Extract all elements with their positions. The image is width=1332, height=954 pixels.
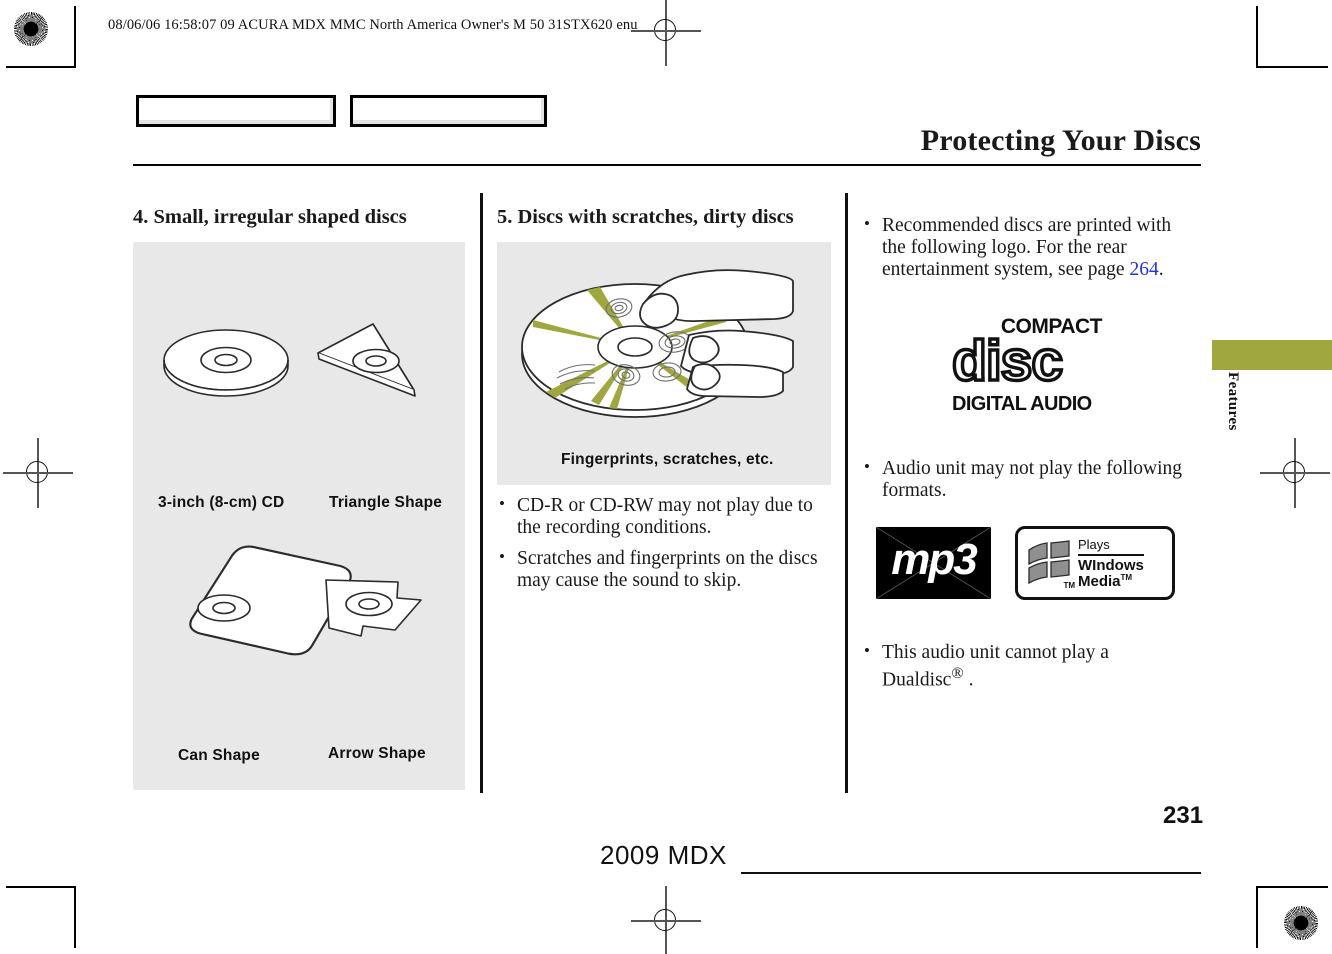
registration-burst-bottom-right — [1284, 906, 1318, 940]
caption-arrow-shape: Arrow Shape — [328, 744, 426, 762]
tab-box-right[interactable] — [350, 95, 547, 127]
footer-page-number: 231 — [1163, 802, 1204, 829]
bullet-audio-unit-formats: Audio unit may not play the following fo… — [862, 457, 1192, 502]
middle-column-bullet-list: CD-R or CD-RW may not play due to the re… — [497, 494, 834, 593]
bullet-scratches-skip: Scratches and fingerprints on the discs … — [497, 547, 834, 592]
right-column-bullet-list-3: This audio unit cannot play a Dualdisc® … — [862, 641, 1192, 692]
registration-crosshair-top-center — [631, 0, 701, 66]
bullet-cd-r-rw: CD-R or CD-RW may not play due to the re… — [497, 494, 834, 539]
bullet-recommended-period: . — [1158, 259, 1164, 281]
bullet-dualdisc-text: This audio unit cannot play a Dualdisc — [882, 642, 1109, 691]
footer-divider — [741, 872, 1201, 874]
wm-plays-text: Plays — [1078, 536, 1110, 552]
figure-dirty-disc-hand: Fingerprints, scratches, etc. — [497, 241, 831, 485]
registration-crosshair-right — [1260, 438, 1330, 508]
side-tab-label-features: Features — [1225, 372, 1241, 431]
column-right: Recommended discs are printed with the f… — [862, 205, 1192, 699]
tab-box-left[interactable] — [136, 95, 336, 127]
page-reference-link[interactable]: 264 — [1129, 259, 1158, 280]
column-middle: 5. Discs with scratches, dirty discs Fin… — [497, 205, 834, 601]
crop-rule-bottom-right-horizontal — [1258, 886, 1328, 888]
caption-triangle-shape: Triangle Shape — [329, 493, 443, 511]
crop-rule-top-right-vertical — [1256, 6, 1258, 68]
crop-rule-bottom-right-vertical — [1256, 886, 1258, 948]
footer-model-name: 2009 MDX — [600, 840, 727, 870]
mp3-logo: mp3 — [876, 527, 991, 600]
bullet-dualdisc-period: . — [963, 669, 974, 691]
wm-divider — [1078, 554, 1144, 557]
wm-media-tm: TM — [1120, 573, 1133, 583]
crop-rule-top-left-vertical — [74, 6, 76, 68]
title-divider — [133, 164, 1201, 166]
windows-flag-icon: TM — [1026, 540, 1075, 590]
dualdisc-registered-mark: ® — [951, 664, 964, 683]
caption-can-shape: Can Shape — [178, 746, 260, 764]
wm-windows-text: WIndows — [1078, 557, 1144, 575]
column-left: 4. Small, irregular shaped discs 3-inch … — [133, 205, 468, 790]
registration-crosshair-left — [3, 438, 73, 508]
column-divider-2 — [845, 193, 848, 793]
windows-media-logo-text: Plays WIndows MediaTM — [1078, 536, 1144, 591]
plays-windows-media-logo: TM Plays WIndows MediaTM — [1015, 526, 1175, 601]
wm-media-text: MediaTM — [1078, 573, 1144, 591]
registration-burst-top-left — [14, 12, 48, 46]
cd-logo-disc-text: disc — [950, 328, 1065, 393]
caption-fingerprints-scratches: Fingerprints, scratches, etc. — [561, 450, 774, 468]
manual-page: 08/06/06 16:58:07 09 ACURA MDX MMC North… — [0, 0, 1332, 954]
column-divider-1 — [480, 193, 483, 793]
bullet-recommended-discs: Recommended discs are printed with the f… — [862, 214, 1192, 282]
crop-rule-top-left-horizontal — [6, 66, 76, 68]
compact-disc-digital-audio-logo: COMPACT disc DIGITAL AUDIO — [950, 316, 1102, 415]
right-column-bullet-list-2: Audio unit may not play the following fo… — [862, 457, 1192, 502]
bullet-dualdisc: This audio unit cannot play a Dualdisc® … — [862, 641, 1192, 692]
registration-crosshair-bottom-center — [631, 886, 701, 954]
crop-rule-bottom-left-horizontal — [6, 886, 76, 888]
middle-column-heading: 5. Discs with scratches, dirty discs — [497, 206, 794, 228]
figure-irregular-disc-shapes: 3-inch (8-cm) CD Triangle Shape Can Shap… — [133, 241, 465, 790]
right-column-bullet-list-1: Recommended discs are printed with the f… — [862, 214, 1192, 282]
crop-rule-top-right-horizontal — [1258, 66, 1328, 68]
windows-flag-tm: TM — [1063, 581, 1075, 591]
format-logo-row: mp3 TM Plays WIndows MediaTM — [876, 526, 1192, 601]
caption-3-inch-cd: 3-inch (8-cm) CD — [158, 493, 285, 511]
cd-logo-digital-audio-text: DIGITAL AUDIO — [952, 392, 1092, 415]
bullet-recommended-text: Recommended discs are printed with the f… — [882, 215, 1172, 281]
mp3-logo-text: mp3 — [891, 535, 977, 585]
page-title: Protecting Your Discs — [920, 124, 1201, 157]
side-tab-color-bar — [1212, 340, 1332, 370]
left-column-heading: 4. Small, irregular shaped discs — [133, 206, 407, 228]
wm-media-word: Media — [1078, 573, 1121, 591]
crop-rule-bottom-left-vertical — [74, 886, 76, 948]
print-slug-line: 08/06/06 16:58:07 09 ACURA MDX MMC North… — [108, 17, 638, 33]
